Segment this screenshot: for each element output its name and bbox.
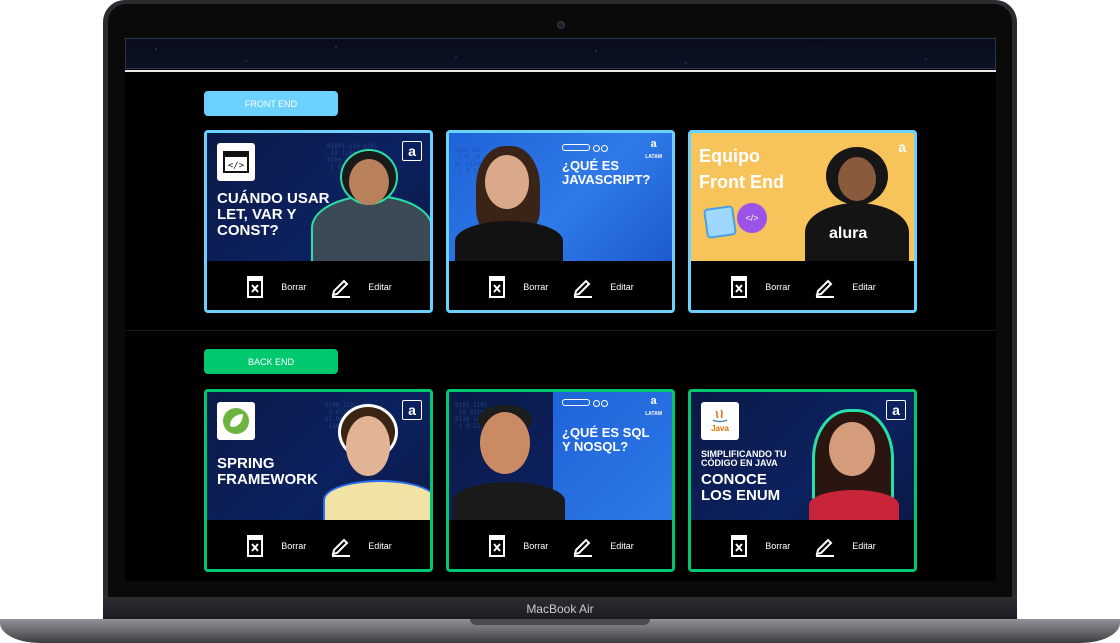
- card-actions: Borrar Editar: [449, 261, 672, 310]
- laptop-notch: [470, 619, 650, 625]
- trash-icon: [487, 275, 507, 299]
- video-card[interactable]: 0100 1101 010 1 0110 1 001 01 00101 1101…: [204, 389, 433, 572]
- video-thumbnail[interactable]: 0100 1101 010 1 0110 1 001 01 00101 1101…: [207, 392, 430, 520]
- video-thumbnail[interactable]: 0101 1101 10 0110 1 0110 10 01 1 0 1101 …: [449, 392, 672, 520]
- header-divider: [125, 70, 996, 72]
- video-card[interactable]: 0101 01 110 10 01 0110 1 0 11 a LATAM ¿QU…: [446, 130, 675, 313]
- edit-button[interactable]: Editar: [814, 276, 876, 298]
- camera-icon: [557, 21, 565, 29]
- presenter-image: [323, 480, 430, 520]
- pencil-icon: [572, 535, 594, 557]
- delete-label: Borrar: [281, 282, 307, 292]
- alura-logo-icon: a: [402, 400, 422, 420]
- screen: FRONT END 01001 110 0101 10 1101 0010 1 …: [125, 38, 996, 581]
- card-actions: Borrar Editar: [691, 261, 914, 310]
- delete-button[interactable]: Borrar: [729, 534, 790, 558]
- video-title: Equipo Front End: [699, 146, 784, 193]
- video-title: SPRING FRAMEWORK: [217, 455, 318, 488]
- video-card[interactable]: a Equipo Front End </> alura Borrar Edit…: [688, 130, 917, 313]
- card-actions: Borrar Editar: [207, 261, 430, 310]
- delete-label: Borrar: [765, 282, 791, 292]
- edit-label: Editar: [368, 541, 392, 551]
- video-card[interactable]: 0101 1101 10 0110 1 0110 10 01 1 0 1101 …: [446, 389, 675, 572]
- alura-logo-icon: a: [886, 400, 906, 420]
- pencil-icon: [814, 535, 836, 557]
- delete-label: Borrar: [281, 541, 307, 551]
- category-front-end: FRONT END: [204, 91, 338, 116]
- delete-button[interactable]: Borrar: [487, 534, 548, 558]
- alura-logo-icon: a: [402, 141, 422, 161]
- alura-logo-icon: a: [898, 139, 906, 155]
- delete-label: Borrar: [523, 541, 549, 551]
- presenter-image: [453, 482, 565, 520]
- video-thumbnail[interactable]: Java a SIMPLIFICANDO TU CÓDIGO EN JAVA C…: [691, 392, 914, 520]
- alura-logo-icon: a LATAM: [645, 395, 662, 417]
- window-icon: [703, 205, 737, 239]
- pencil-icon: [330, 276, 352, 298]
- presenter-image: alura: [805, 203, 909, 261]
- edit-label: Editar: [852, 282, 876, 292]
- java-logo-icon: Java: [701, 402, 739, 440]
- edit-button[interactable]: Editar: [572, 535, 634, 557]
- card-actions: Borrar Editar: [691, 520, 914, 569]
- spring-logo-icon: [217, 402, 255, 440]
- section-divider: [125, 330, 996, 331]
- video-subtitle: CONOCE LOS ENUM: [701, 471, 781, 504]
- code-icon: </>: [737, 203, 767, 233]
- video-thumbnail[interactable]: 01001 110 0101 10 1101 0010 1 0100 1 011…: [207, 133, 430, 261]
- presenter-image: [809, 490, 899, 520]
- video-title: ¿QUÉ ES JAVASCRIPT?: [562, 158, 651, 187]
- edit-button[interactable]: Editar: [330, 535, 392, 557]
- pencil-icon: [330, 535, 352, 557]
- trash-icon: [245, 534, 265, 558]
- code-tag-icon: </>: [217, 143, 255, 181]
- edit-label: Editar: [852, 541, 876, 551]
- category-back-end: BACK END: [204, 349, 338, 374]
- trash-icon: [487, 534, 507, 558]
- video-card[interactable]: Java a SIMPLIFICANDO TU CÓDIGO EN JAVA C…: [688, 389, 917, 572]
- laptop-chin: MacBook Air: [103, 597, 1017, 619]
- pencil-icon: [814, 276, 836, 298]
- video-thumbnail[interactable]: 0101 01 110 10 01 0110 1 0 11 a LATAM ¿QU…: [449, 133, 672, 261]
- video-thumbnail[interactable]: a Equipo Front End </> alura: [691, 133, 914, 261]
- device-brand-label: MacBook Air: [526, 602, 594, 616]
- header-banner: [125, 38, 996, 69]
- edit-button[interactable]: Editar: [330, 276, 392, 298]
- presenter-image: [455, 221, 563, 261]
- video-title: ¿QUÉ ES SQL Y NOSQL?: [562, 425, 650, 454]
- alura-logo-icon: a LATAM: [645, 138, 662, 160]
- laptop-base: MacBook Air: [0, 597, 1120, 643]
- edit-button[interactable]: Editar: [572, 276, 634, 298]
- delete-label: Borrar: [765, 541, 791, 551]
- delete-label: Borrar: [523, 282, 549, 292]
- delete-button[interactable]: Borrar: [729, 275, 790, 299]
- delete-button[interactable]: Borrar: [245, 275, 306, 299]
- svg-text:</>: </>: [228, 161, 245, 171]
- trash-icon: [245, 275, 265, 299]
- edit-label: Editar: [368, 282, 392, 292]
- pencil-icon: [572, 276, 594, 298]
- card-actions: Borrar Editar: [449, 520, 672, 569]
- delete-button[interactable]: Borrar: [245, 534, 306, 558]
- video-card[interactable]: 01001 110 0101 10 1101 0010 1 0100 1 011…: [204, 130, 433, 313]
- video-title: SIMPLIFICANDO TU CÓDIGO EN JAVA: [701, 449, 787, 469]
- edit-button[interactable]: Editar: [814, 535, 876, 557]
- card-actions: Borrar Editar: [207, 520, 430, 569]
- trash-icon: [729, 275, 749, 299]
- delete-button[interactable]: Borrar: [487, 275, 548, 299]
- trash-icon: [729, 534, 749, 558]
- edit-label: Editar: [610, 541, 634, 551]
- edit-label: Editar: [610, 282, 634, 292]
